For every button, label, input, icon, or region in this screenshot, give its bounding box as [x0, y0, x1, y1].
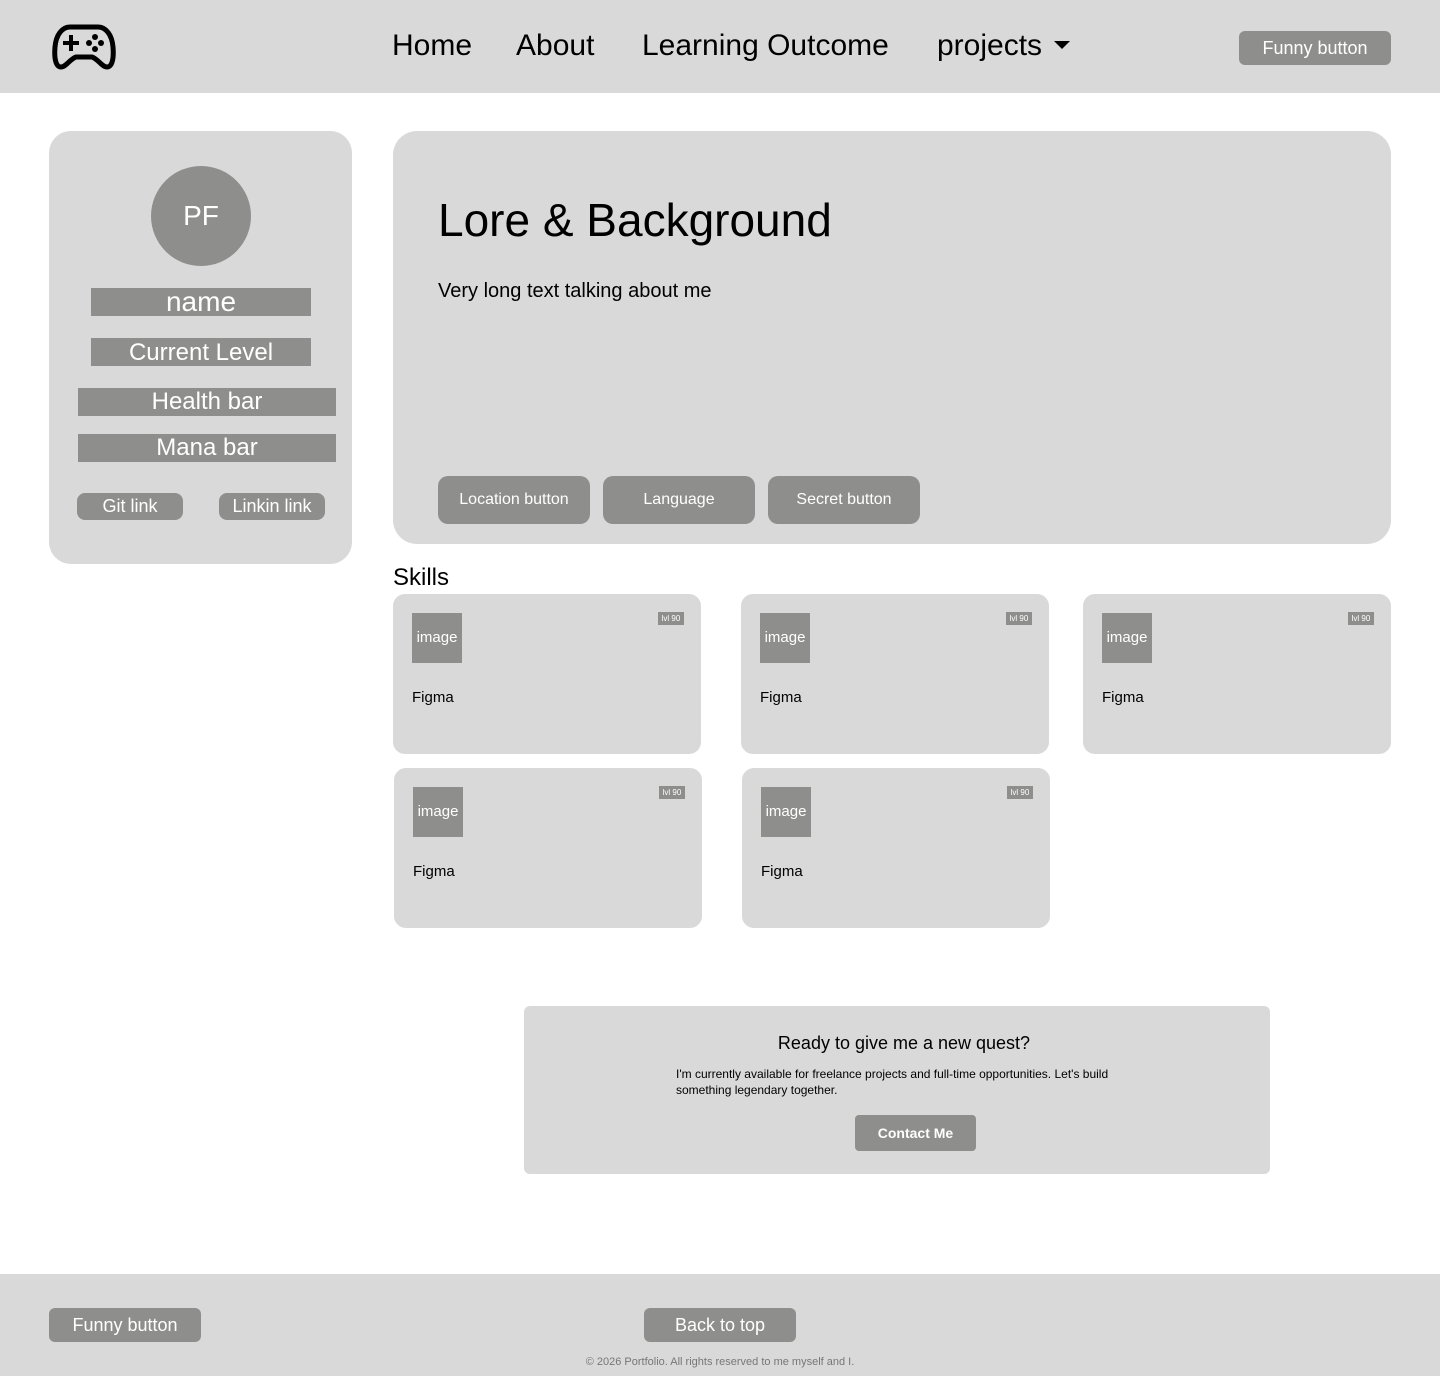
language-button[interactable]: Language: [603, 476, 755, 524]
location-button[interactable]: Location button: [438, 476, 590, 524]
copyright-text: © 2026 Portfolio. All rights reserved to…: [585, 1356, 855, 1368]
funny-button-header[interactable]: Funny button: [1239, 31, 1391, 65]
cta-title: Ready to give me a new quest?: [777, 1033, 1031, 1053]
health-bar: Health bar: [78, 388, 336, 416]
skill-card[interactable]: image lvl 90 Figma: [742, 768, 1050, 928]
skill-card[interactable]: image lvl 90 Figma: [393, 594, 701, 754]
git-link-button[interactable]: Git link: [77, 493, 183, 520]
skill-level-badge: lvl 90: [659, 786, 685, 799]
skill-card[interactable]: image lvl 90 Figma: [741, 594, 1049, 754]
skill-level-badge: lvl 90: [658, 612, 684, 625]
gamepad-icon[interactable]: [52, 23, 116, 71]
skill-image: image: [1102, 613, 1152, 663]
lore-description: Very long text talking about me: [438, 280, 712, 302]
current-level-bar: Current Level: [91, 338, 311, 366]
nav-projects-dropdown[interactable]: projects: [937, 26, 1071, 66]
back-to-top-button[interactable]: Back to top: [644, 1308, 796, 1342]
skill-name: Figma: [761, 863, 803, 880]
skill-name: Figma: [1102, 689, 1144, 706]
nav-projects-label: projects: [937, 29, 1043, 62]
profile-name: name: [91, 288, 311, 316]
skill-level-badge: lvl 90: [1007, 786, 1033, 799]
contact-me-button[interactable]: Contact Me: [855, 1115, 976, 1151]
linkedin-link-button[interactable]: Linkin link: [219, 493, 325, 520]
avatar: PF: [151, 166, 251, 266]
secret-button[interactable]: Secret button: [768, 476, 920, 524]
caret-down-icon: [1054, 41, 1071, 50]
funny-button-footer[interactable]: Funny button: [49, 1308, 201, 1342]
skill-name: Figma: [760, 689, 802, 706]
nav-home-link[interactable]: Home: [392, 26, 472, 66]
skill-image: image: [412, 613, 462, 663]
skill-image: image: [760, 613, 810, 663]
skill-name: Figma: [412, 689, 454, 706]
skill-level-badge: lvl 90: [1348, 612, 1374, 625]
skills-heading: Skills: [393, 564, 450, 591]
skill-card[interactable]: image lvl 90 Figma: [394, 768, 702, 928]
skill-name: Figma: [413, 863, 455, 880]
mana-bar: Mana bar: [78, 434, 336, 462]
skill-card[interactable]: image lvl 90 Figma: [1083, 594, 1391, 754]
nav-about-link[interactable]: About: [516, 26, 594, 66]
lore-title: Lore & Background: [438, 194, 832, 246]
skill-level-badge: lvl 90: [1006, 612, 1032, 625]
skill-image: image: [413, 787, 463, 837]
nav-learning-outcome-link[interactable]: Learning Outcome: [642, 26, 889, 66]
cta-description: I'm currently available for freelance pr…: [676, 1067, 1109, 1097]
skill-image: image: [761, 787, 811, 837]
